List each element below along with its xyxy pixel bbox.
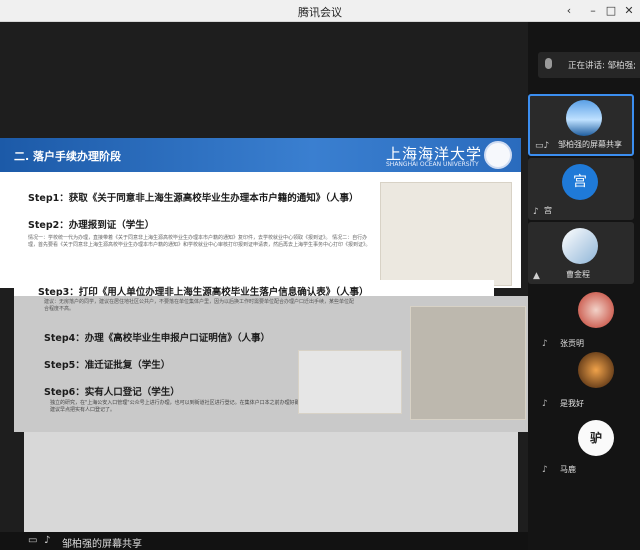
participant-name: 宫: [544, 206, 552, 215]
avatar: 宫: [562, 164, 598, 200]
slide-header: 二. 落户手续办理阶段 上海海洋大学 SHANGHAI OCEAN UNIVER…: [0, 138, 521, 172]
title-bar: 腾讯会议 ‹ – □ ✕: [0, 0, 640, 22]
step-1: Step1：获取《关于同意非上海生源高校毕业生办理本市户籍的通知》（人事）: [28, 193, 359, 204]
participant-name: 曹金程: [566, 270, 590, 279]
step-4: Step4：办理《高校毕业生申报户口证明信》（人事）: [44, 333, 270, 344]
participant-tile-6[interactable]: 驴 ♪ 马鹿: [540, 418, 636, 478]
university-logo-en: SHANGHAI OCEAN UNIVERSITY: [386, 161, 479, 168]
participant-name: 张贡明: [560, 339, 584, 348]
shared-screen-area: 二. 落户手续办理阶段 上海海洋大学 SHANGHAI OCEAN UNIVER…: [0, 22, 528, 550]
slide-lower: 建议：无房落户的同学，建议在居住地社区公共户，不要落在单位集体户里，因为以后换工…: [14, 296, 528, 432]
avatar: [578, 292, 614, 328]
user-icon: ▲: [533, 271, 540, 281]
slide-footer-area: [24, 432, 518, 546]
back-icon[interactable]: ‹: [560, 2, 578, 20]
participant-tile-4[interactable]: ♪ 张贡明: [540, 292, 636, 352]
mic-icon: ♪: [533, 207, 539, 217]
step-6: Step6：实有人口登记（学生）: [44, 387, 180, 398]
university-seal-icon: [484, 141, 512, 169]
participant-tile-3[interactable]: ▲ 曹金程: [528, 222, 634, 284]
step-2-note: 情况一：学校统一代为办理，直接带着《关于同意非上海生源高校毕业生办理本市户籍的通…: [28, 235, 371, 248]
avatar: [562, 228, 598, 264]
participant-name: 是我好: [560, 399, 584, 408]
participant-tile-5[interactable]: ♪ 是我好: [540, 352, 636, 412]
step-3-note: 建议：无房落户的同学，建议在居住地社区公共户，不要落在单位集体户里，因为以后换工…: [44, 299, 355, 312]
mic-icon: ♪: [44, 535, 51, 546]
screen-share-icon: ▭♪: [535, 141, 550, 151]
minimize-button[interactable]: –: [584, 2, 602, 20]
participant-tile-2[interactable]: 宫 ♪ 宫: [528, 158, 634, 220]
speaking-indicator: 正在讲话: 邹柏强;: [538, 52, 640, 78]
mic-icon: ♪: [542, 339, 548, 349]
slide-upper: 二. 落户手续办理阶段 上海海洋大学 SHANGHAI OCEAN UNIVER…: [0, 138, 521, 288]
mic-icon: [545, 58, 552, 69]
close-button[interactable]: ✕: [620, 2, 638, 20]
participant-name: 马鹿: [560, 465, 576, 474]
mic-icon: ♪: [542, 465, 548, 475]
speaking-text: 正在讲话: 邹柏强;: [568, 61, 636, 71]
notice-document-image: [380, 182, 512, 286]
app-screenshot-image: [298, 350, 402, 414]
avatar: 驴: [578, 420, 614, 456]
mic-icon: ♪: [542, 399, 548, 409]
slide-section-title: 二. 落户手续办理阶段: [14, 150, 122, 163]
share-status-bar: ▭ ♪ 邹柏强的屏幕共享: [0, 532, 528, 550]
step-6-note: 独立的研究，在"上海公安入口管理"公众号上进行办理，也可以到街道社区进行登记。在…: [50, 400, 310, 413]
share-label: 邹柏强的屏幕共享: [62, 539, 142, 550]
screen-share-icon: ▭: [28, 535, 38, 546]
step-2: Step2：办理报到证（学生）: [28, 220, 155, 231]
window-title: 腾讯会议: [298, 6, 342, 19]
avatar: [578, 352, 614, 388]
maximize-button[interactable]: □: [602, 2, 620, 20]
participant-tile-1[interactable]: ▭♪ 邹柏强的屏幕共享: [528, 94, 634, 156]
certificate-image: [410, 306, 526, 420]
step-5: Step5：准迁证批复（学生）: [44, 360, 171, 371]
participant-name: 邹柏强的屏幕共享: [558, 140, 622, 149]
avatar: [566, 100, 602, 136]
